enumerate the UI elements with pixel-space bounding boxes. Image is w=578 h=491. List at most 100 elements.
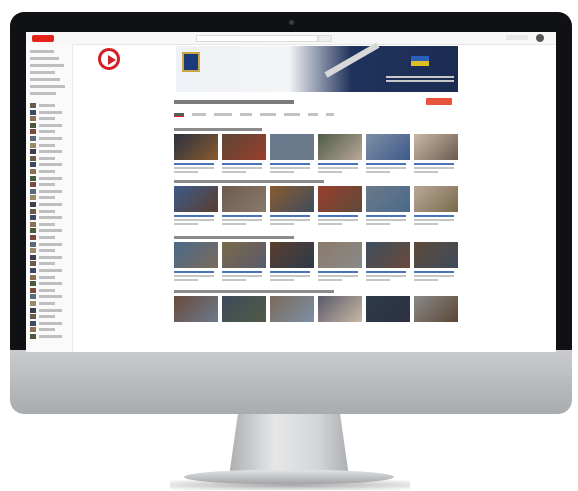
video-meta[interactable] [318, 215, 358, 217]
video-thumbnail[interactable] [270, 242, 314, 268]
section-title[interactable] [174, 180, 324, 183]
subscription-avatar[interactable] [30, 103, 36, 108]
video-thumbnail[interactable] [318, 186, 362, 212]
subscription-avatar[interactable] [30, 162, 36, 168]
subscription-avatar[interactable] [30, 208, 36, 214]
subscription-item[interactable] [39, 189, 62, 193]
video-meta[interactable] [270, 271, 310, 273]
subscription-avatar[interactable] [30, 248, 36, 254]
sidebar-item[interactable] [30, 71, 55, 74]
subscription-avatar[interactable] [30, 169, 36, 174]
sidebar-item[interactable] [30, 64, 64, 67]
subscription-item[interactable] [39, 295, 62, 299]
subscription-avatar[interactable] [30, 327, 36, 333]
sidebar-item[interactable] [30, 85, 65, 88]
video-thumbnail[interactable] [222, 186, 266, 212]
video-meta[interactable] [174, 271, 214, 273]
subscription-item[interactable] [39, 328, 55, 332]
subscription-avatar[interactable] [30, 287, 36, 293]
subscription-avatar[interactable] [30, 202, 36, 207]
video-meta[interactable] [174, 215, 214, 217]
subscription-avatar[interactable] [30, 136, 36, 141]
video-thumbnail[interactable] [174, 296, 218, 322]
search-input[interactable] [196, 35, 318, 42]
subscription-item[interactable] [39, 249, 55, 253]
video-thumbnail[interactable] [222, 242, 266, 268]
subscription-item[interactable] [39, 282, 62, 286]
video-thumbnail[interactable] [366, 296, 410, 322]
tab[interactable] [192, 113, 206, 116]
subscription-avatar[interactable] [30, 109, 36, 115]
subscription-avatar[interactable] [30, 221, 36, 227]
video-meta[interactable] [318, 163, 358, 165]
subscription-item[interactable] [39, 183, 55, 187]
subscription-item[interactable] [39, 308, 62, 312]
sidebar-item[interactable] [30, 78, 60, 81]
subscription-item[interactable] [39, 269, 62, 272]
subscription-avatar[interactable] [30, 175, 36, 181]
subscription-item[interactable] [39, 229, 62, 233]
video-meta[interactable] [270, 163, 310, 165]
subscription-avatar[interactable] [30, 182, 36, 188]
video-meta[interactable] [414, 163, 454, 165]
video-thumbnail[interactable] [318, 134, 362, 160]
video-meta[interactable] [366, 215, 406, 217]
subscription-item[interactable] [39, 222, 55, 226]
video-thumbnail[interactable] [366, 134, 410, 160]
video-thumbnail[interactable] [414, 134, 458, 160]
video-meta[interactable] [222, 163, 262, 165]
video-meta[interactable] [366, 271, 406, 273]
subscription-avatar[interactable] [30, 155, 36, 161]
video-thumbnail[interactable] [366, 242, 410, 268]
subscription-avatar[interactable] [30, 254, 36, 260]
tab[interactable] [326, 113, 334, 116]
tab[interactable] [260, 113, 276, 116]
subscription-item[interactable] [39, 321, 62, 325]
subscription-avatar[interactable] [30, 122, 36, 128]
sidebar-item[interactable] [30, 92, 56, 95]
subscription-item[interactable] [39, 104, 55, 107]
video-thumbnail[interactable] [414, 296, 458, 322]
subscription-item[interactable] [39, 156, 55, 160]
video-thumbnail[interactable] [414, 186, 458, 212]
subscription-item[interactable] [39, 123, 62, 127]
video-thumbnail[interactable] [174, 242, 218, 268]
subscription-item[interactable] [39, 117, 55, 121]
subscription-avatar[interactable] [30, 188, 36, 194]
video-meta[interactable] [414, 215, 454, 217]
search-button[interactable] [318, 35, 332, 42]
tab[interactable] [240, 113, 252, 116]
video-thumbnail[interactable] [174, 134, 218, 160]
video-meta[interactable] [222, 215, 262, 217]
video-thumbnail[interactable] [414, 242, 458, 268]
video-thumbnail[interactable] [318, 242, 362, 268]
subscription-item[interactable] [39, 236, 55, 239]
subscription-avatar[interactable] [30, 274, 36, 280]
video-thumbnail[interactable] [366, 186, 410, 212]
subscription-item[interactable] [39, 130, 55, 134]
subscription-avatar[interactable] [30, 129, 36, 135]
subscription-item[interactable] [39, 288, 55, 292]
subscription-item[interactable] [39, 143, 55, 147]
subscription-item[interactable] [39, 137, 62, 140]
video-thumbnail[interactable] [222, 296, 266, 322]
subscription-item[interactable] [39, 209, 55, 213]
avatar[interactable] [536, 34, 544, 42]
subscription-item[interactable] [39, 196, 55, 200]
video-meta[interactable] [318, 271, 358, 273]
subscription-avatar[interactable] [30, 314, 36, 320]
section-title[interactable] [174, 128, 262, 131]
video-thumbnail[interactable] [222, 134, 266, 160]
subscription-avatar[interactable] [30, 261, 36, 267]
video-thumbnail[interactable] [174, 186, 218, 212]
subscription-avatar[interactable] [30, 294, 36, 300]
subscription-avatar[interactable] [30, 149, 36, 155]
subscribe-button[interactable] [426, 98, 452, 105]
youtube-logo-icon[interactable] [32, 35, 54, 42]
section-title[interactable] [174, 236, 294, 239]
section-title[interactable] [174, 290, 334, 293]
subscription-item[interactable] [39, 262, 55, 266]
tab[interactable] [284, 113, 300, 116]
video-meta[interactable] [270, 215, 310, 217]
sidebar-item[interactable] [30, 50, 54, 53]
